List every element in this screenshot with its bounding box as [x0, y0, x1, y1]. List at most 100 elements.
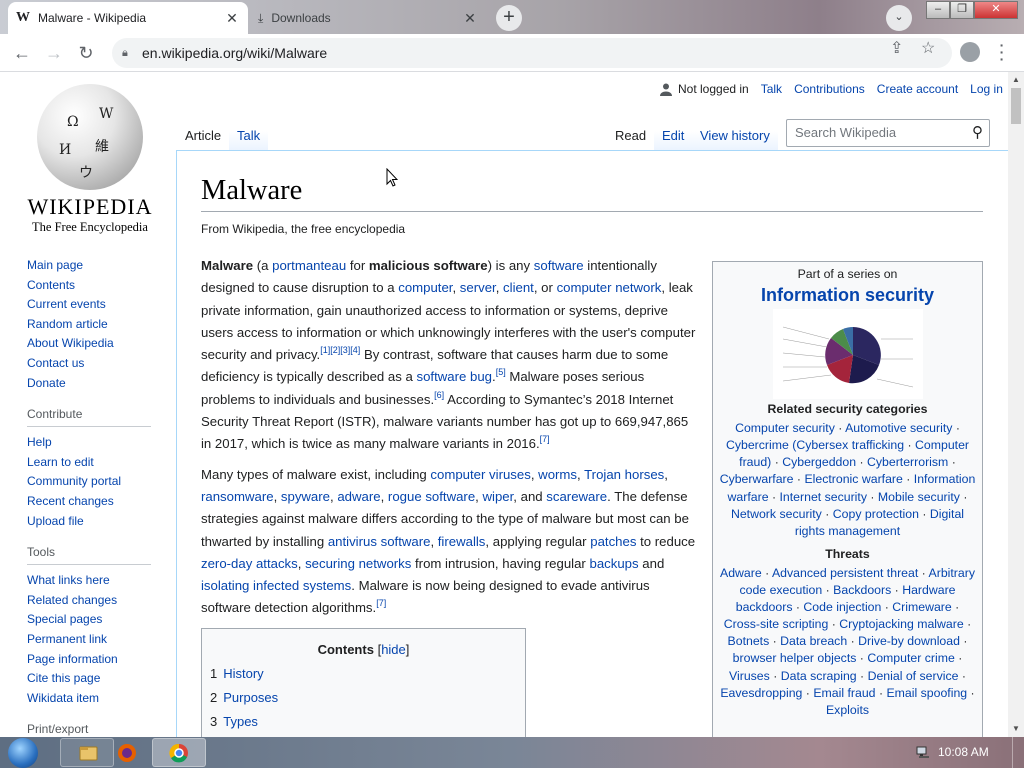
toc-hide-link[interactable]: hide — [381, 642, 406, 657]
toc-item[interactable]: 2 Purposes — [210, 687, 517, 709]
sidebar-item-wikidata-item[interactable]: Wikidata item — [27, 689, 177, 709]
log-in-link[interactable]: Log in — [970, 82, 1003, 96]
citation-6[interactable]: [6] — [434, 390, 444, 400]
link-computer-network[interactable]: computer network — [557, 280, 662, 295]
link-patches[interactable]: patches — [590, 534, 636, 549]
start-button-icon[interactable] — [8, 738, 38, 768]
link-firewalls[interactable]: firewalls — [438, 534, 486, 549]
firefox-taskbar-icon[interactable] — [114, 738, 144, 767]
tab-read[interactable]: Read — [607, 118, 655, 151]
link-worms[interactable]: worms — [538, 467, 577, 482]
link-ransomware[interactable]: ransomware — [201, 489, 274, 504]
infobox-threat-link[interactable]: Cross-site scripting — [724, 617, 829, 631]
sidebar-item-upload-file[interactable]: Upload file — [27, 512, 177, 532]
chrome-taskbar-icon[interactable] — [152, 738, 206, 767]
infobox-related-link[interactable]: Cybercrime (Cybersex trafficking — [726, 438, 904, 452]
page-scrollbar[interactable]: ▲ ▼ — [1008, 72, 1024, 737]
share-icon[interactable]: ⇪ — [890, 38, 903, 58]
link-scareware[interactable]: scareware — [546, 489, 607, 504]
infobox-threat-link[interactable]: Crimeware — [892, 600, 951, 614]
sidebar-item-donate[interactable]: Donate — [27, 374, 177, 394]
create-account-link[interactable]: Create account — [877, 82, 958, 96]
infobox-threat-link[interactable]: Backdoors — [833, 583, 891, 597]
link-trojan-horses[interactable]: Trojan horses — [584, 467, 664, 482]
tab-article[interactable]: Article — [177, 118, 230, 151]
link-server[interactable]: server — [460, 280, 496, 295]
link-portmanteau[interactable]: portmanteau — [272, 258, 346, 273]
reload-button[interactable]: ↻ — [74, 41, 98, 65]
sidebar-item-permanent-link[interactable]: Permanent link — [27, 630, 177, 650]
infobox-related-link[interactable]: Cyberterrorism — [867, 455, 948, 469]
show-desktop-button[interactable] — [1012, 737, 1024, 768]
close-tab-icon[interactable]: ✕ — [224, 10, 240, 27]
search-input[interactable]: Search Wikipedia ⚲ — [786, 119, 990, 147]
infobox-related-link[interactable]: Network security — [731, 507, 822, 521]
infobox-related-link[interactable]: Automotive security — [845, 421, 952, 435]
infobox-related-link[interactable]: Copy protection — [833, 507, 919, 521]
infobox-threat-link[interactable]: Code injection — [803, 600, 881, 614]
tab-edit[interactable]: Edit — [654, 118, 693, 151]
profile-avatar[interactable] — [960, 42, 980, 62]
sidebar-item-what-links-here[interactable]: What links here — [27, 571, 177, 591]
infobox-threat-link[interactable]: Exploits — [826, 703, 869, 717]
infobox-threat-link[interactable]: Computer crime — [867, 651, 954, 665]
scrollbar-thumb[interactable] — [1011, 88, 1021, 124]
bookmark-star-icon[interactable]: ☆ — [921, 38, 935, 58]
infobox-related-link[interactable]: Electronic warfare — [804, 472, 902, 486]
sidebar-item-random-article[interactable]: Random article — [27, 315, 177, 335]
sidebar-item-page-information[interactable]: Page information — [27, 650, 177, 670]
forward-button[interactable]: → — [42, 41, 66, 65]
sidebar-item-contact[interactable]: Contact us — [27, 354, 177, 374]
citation-1[interactable]: [1] — [320, 345, 330, 355]
infobox-threat-link[interactable]: Adware — [720, 566, 762, 580]
sidebar-item-community-portal[interactable]: Community portal — [27, 472, 177, 492]
link-backups[interactable]: backups — [589, 556, 638, 571]
toc-item[interactable]: 3 Types — [210, 711, 517, 733]
infobox-threat-link[interactable]: Viruses — [729, 669, 770, 683]
sidebar-item-current-events[interactable]: Current events — [27, 295, 177, 315]
citation-3[interactable]: [3] — [340, 345, 350, 355]
link-spyware[interactable]: spyware — [281, 489, 330, 504]
link-wiper[interactable]: wiper — [482, 489, 513, 504]
infobox-threat-link[interactable]: Advanced persistent threat — [772, 566, 918, 580]
talk-link[interactable]: Talk — [761, 82, 782, 96]
link-software-bug[interactable]: software bug — [417, 369, 493, 384]
tab-malware-wikipedia[interactable]: W Malware - Wikipedia ✕ — [8, 2, 248, 34]
link-computer[interactable]: computer — [398, 280, 452, 295]
infobox-related-link[interactable]: Internet security — [780, 490, 867, 504]
infobox-threat-link[interactable]: Email fraud — [813, 686, 875, 700]
infobox-threat-link[interactable]: Data breach — [780, 634, 847, 648]
link-software[interactable]: software — [534, 258, 584, 273]
restore-button[interactable]: ❐ — [950, 1, 974, 19]
browser-menu-icon[interactable]: · · · — [996, 38, 1008, 66]
sidebar-item-help[interactable]: Help — [27, 433, 177, 453]
citation-7b[interactable]: [7] — [376, 598, 386, 608]
infobox-threat-link[interactable]: Eavesdropping — [720, 686, 802, 700]
infobox-threat-link[interactable]: Drive-by download — [858, 634, 960, 648]
scroll-up-icon[interactable]: ▲ — [1012, 75, 1020, 84]
link-securing-networks[interactable]: securing networks — [305, 556, 411, 571]
link-computer-viruses[interactable]: computer viruses — [430, 467, 530, 482]
sidebar-item-special-pages[interactable]: Special pages — [27, 610, 177, 630]
sidebar-item-contents[interactable]: Contents — [27, 276, 177, 296]
infobox-related-link[interactable]: Cyberwarfare — [720, 472, 794, 486]
infobox-threat-link[interactable]: Botnets — [728, 634, 770, 648]
file-explorer-taskbar-icon[interactable] — [60, 738, 114, 767]
infobox-related-link[interactable]: Computer security — [735, 421, 835, 435]
infobox-threat-link[interactable]: browser helper objects — [733, 651, 857, 665]
link-zero-day-attacks[interactable]: zero-day attacks — [201, 556, 298, 571]
sidebar-item-cite-this-page[interactable]: Cite this page — [27, 669, 177, 689]
tab-downloads[interactable]: ⤓ Downloads ✕ — [250, 2, 486, 34]
sidebar-item-main-page[interactable]: Main page — [27, 256, 177, 276]
infobox-title[interactable]: Information security — [761, 285, 934, 305]
infobox-threat-link[interactable]: Denial of service — [868, 669, 959, 683]
tab-view-history[interactable]: View history — [692, 118, 778, 151]
link-antivirus-software[interactable]: antivirus software — [328, 534, 431, 549]
infobox-threat-link[interactable]: Data scraping — [781, 669, 857, 683]
citation-4[interactable]: [4] — [350, 345, 360, 355]
scroll-down-icon[interactable]: ▼ — [1012, 724, 1020, 733]
wikipedia-logo[interactable]: ΩW И維 ウ WIKIPEDIA The Free Encyclopedia — [24, 84, 156, 235]
infobox-pie-chart-image[interactable] — [772, 309, 923, 400]
contributions-link[interactable]: Contributions — [794, 82, 865, 96]
network-tray-icon[interactable] — [916, 745, 930, 759]
